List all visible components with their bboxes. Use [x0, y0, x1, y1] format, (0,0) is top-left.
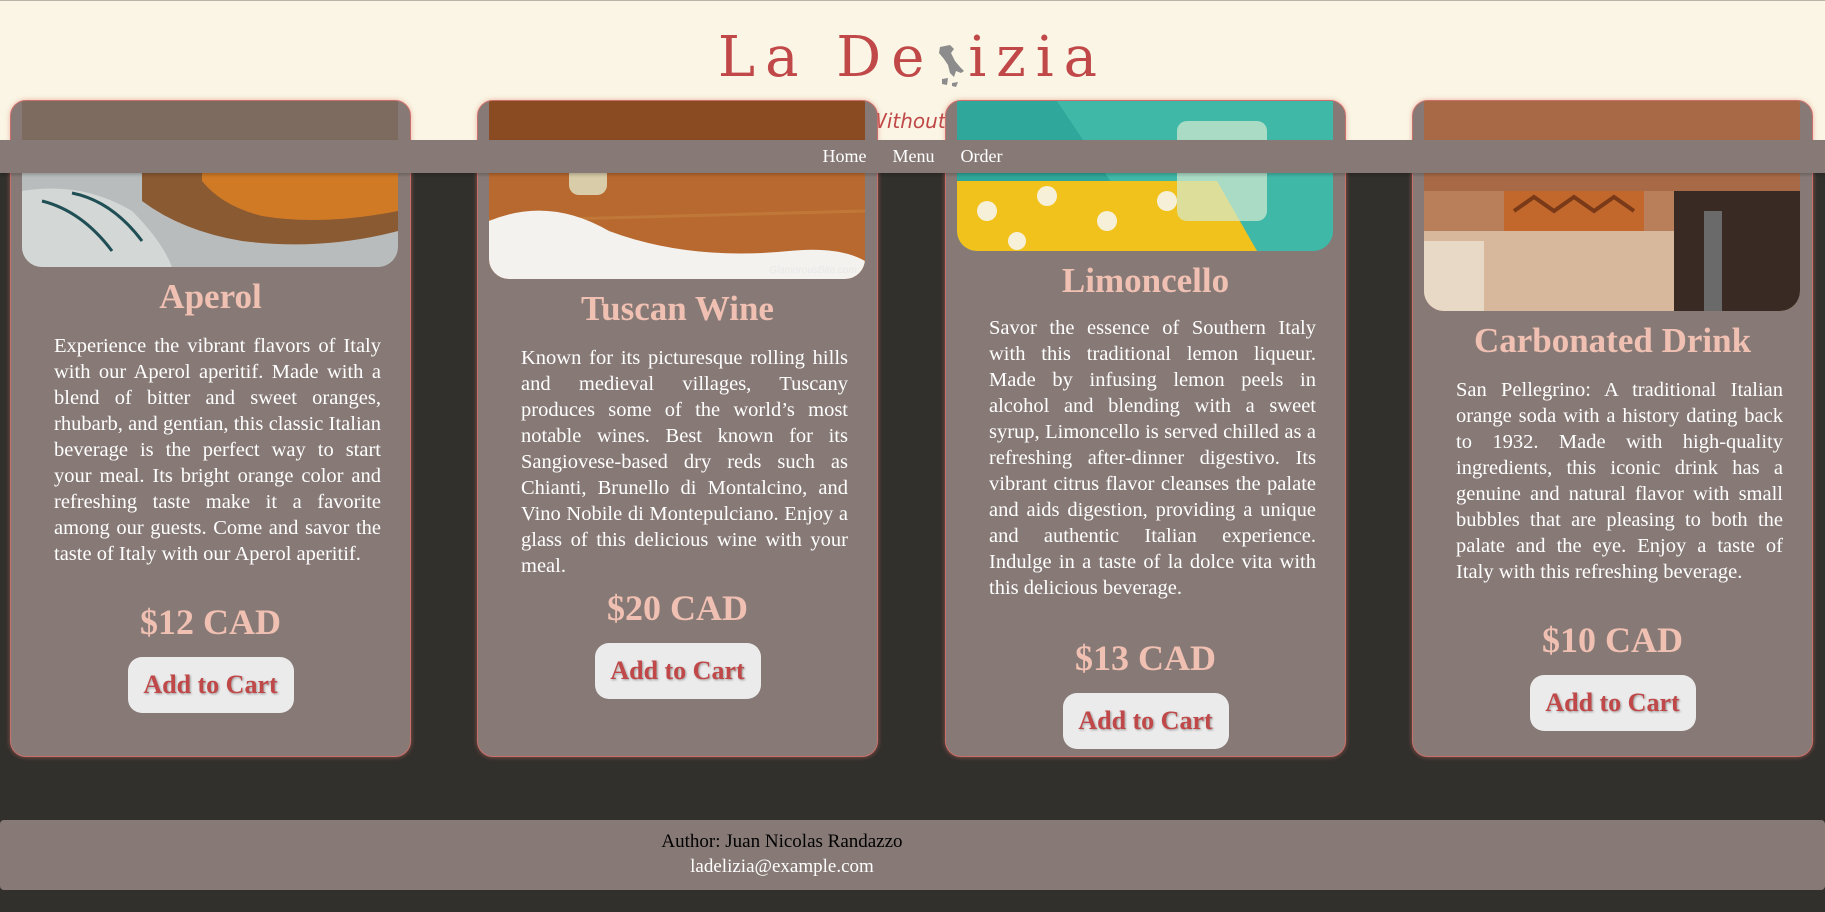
footer-email-link[interactable]: ladelizia@example.com	[655, 856, 909, 878]
nav-order-link[interactable]: Order	[961, 140, 1003, 173]
add-to-cart-button[interactable]: Add to Cart	[127, 657, 294, 713]
site-footer: Author: Juan Nicolas Randazzo ladelizia@…	[0, 820, 1825, 890]
product-description: Known for its picturesque rolling hills …	[521, 347, 848, 577]
add-to-cart-button[interactable]: Add to Cart	[1062, 693, 1229, 749]
photo-watermark: GlamorousBite.com	[769, 265, 857, 276]
product-photo	[957, 101, 1333, 251]
product-card-carbonated-drink: Carbonated Drink San Pellegrino: A tradi…	[1412, 100, 1813, 757]
logo-text-right: izia	[968, 25, 1108, 90]
logo-text-left: La De	[717, 25, 935, 90]
nav-home-link[interactable]: Home	[823, 140, 867, 173]
add-to-cart-button[interactable]: Add to Cart	[1529, 675, 1696, 731]
product-price: $13 CAD	[1075, 638, 1216, 678]
italy-map-icon	[936, 38, 966, 87]
product-price: $20 CAD	[607, 588, 748, 628]
product-price: $10 CAD	[1542, 620, 1683, 660]
product-photo	[1424, 101, 1800, 311]
product-card-limoncello: Limoncello Savor the essence of Southern…	[945, 100, 1346, 757]
product-photo: GlamorousBite.com	[489, 101, 865, 279]
footer-author: Author: Juan Nicolas Randazzo	[661, 831, 903, 852]
product-card-aperol: Aperol Experience the vibrant flavors of…	[10, 100, 411, 757]
add-to-cart-button[interactable]: Add to Cart	[594, 643, 761, 699]
product-name: Aperol	[159, 277, 262, 316]
product-name: Tuscan Wine	[581, 289, 774, 328]
nav-menu-link[interactable]: Menu	[893, 140, 935, 173]
main-nav: Home Menu Order	[0, 140, 1825, 173]
site-logo[interactable]: La De izia	[0, 23, 1825, 93]
product-name: Limoncello	[1061, 261, 1230, 300]
product-description: Savor the essence of Southern Italy with…	[989, 317, 1316, 599]
product-card-tuscan-wine: GlamorousBite.com Tuscan Wine Known for …	[477, 100, 878, 757]
product-name: Carbonated Drink	[1473, 321, 1752, 360]
product-price: $12 CAD	[140, 602, 281, 642]
product-description: Experience the vibrant flavors of Italy …	[54, 335, 381, 565]
product-description: San Pellegrino: A traditional Italian or…	[1456, 379, 1783, 583]
product-photo	[22, 101, 398, 267]
